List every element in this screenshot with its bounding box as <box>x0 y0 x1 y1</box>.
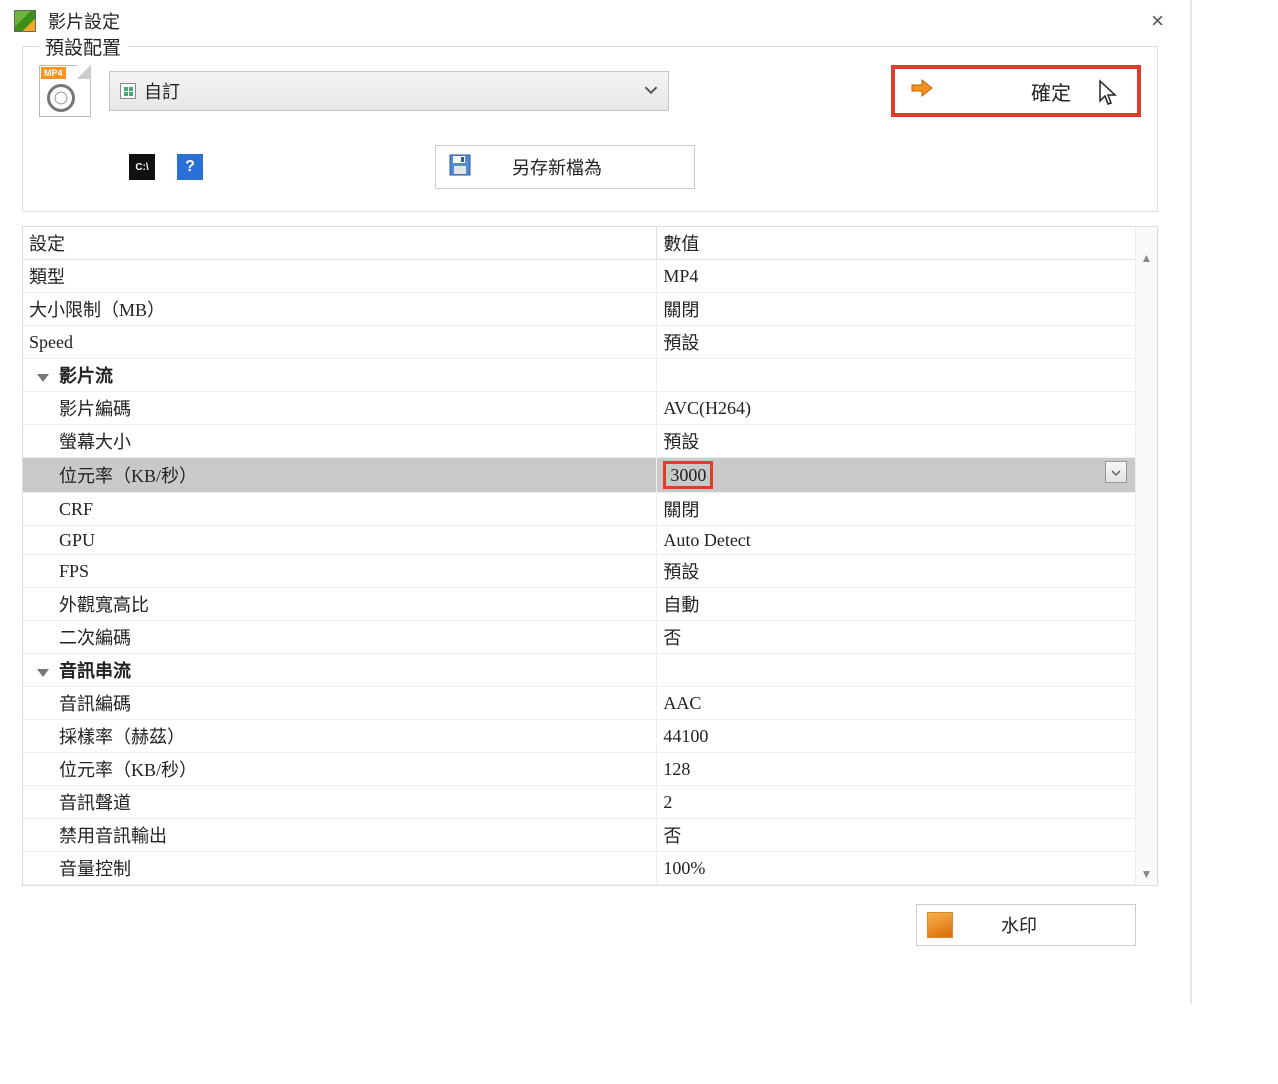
collapse-icon <box>37 374 49 382</box>
scrollbar[interactable]: ▲ ▼ <box>1135 227 1157 885</box>
table-header-row: 設定 數值 <box>23 227 1135 260</box>
table-row[interactable]: 音訊編碼AAC <box>23 687 1135 720</box>
setting-value: 關閉 <box>657 493 1135 526</box>
watermark-button[interactable]: 水印 <box>916 904 1136 946</box>
watermark-icon <box>927 912 953 938</box>
cursor-icon <box>1097 79 1119 113</box>
floppy-disk-icon <box>448 153 472 182</box>
preset-select-value: 自訂 <box>144 78 180 104</box>
help-icon[interactable]: ? <box>177 154 203 180</box>
preset-option-icon <box>120 83 136 99</box>
setting-label: 位元率（KB/秒） <box>23 753 657 786</box>
setting-value: 自動 <box>657 588 1135 621</box>
save-as-label: 另存新檔為 <box>512 154 602 180</box>
command-line-icon[interactable]: C:\ <box>129 154 155 180</box>
setting-value: 關閉 <box>657 293 1135 326</box>
setting-label: 大小限制（MB） <box>23 293 657 326</box>
group-row[interactable]: 影片流 <box>23 359 1135 392</box>
scroll-up-icon[interactable]: ▲ <box>1136 251 1157 265</box>
table-row[interactable]: 位元率（KB/秒）3000 <box>23 458 1135 493</box>
setting-label: 影片編碼 <box>23 392 657 425</box>
table-row[interactable]: 外觀寬高比自動 <box>23 588 1135 621</box>
scroll-down-icon[interactable]: ▼ <box>1136 867 1157 881</box>
setting-value: 否 <box>657 621 1135 654</box>
setting-value: 預設 <box>657 425 1135 458</box>
setting-label: Speed <box>23 326 657 359</box>
close-icon[interactable]: × <box>1145 10 1170 32</box>
setting-value: 128 <box>657 753 1135 786</box>
setting-value: 44100 <box>657 720 1135 753</box>
setting-label: GPU <box>23 526 657 555</box>
table-row[interactable]: 大小限制（MB）關閉 <box>23 293 1135 326</box>
value-dropdown-icon[interactable] <box>1105 461 1127 483</box>
setting-value: 否 <box>657 819 1135 852</box>
table-row[interactable]: 音訊聲道2 <box>23 786 1135 819</box>
save-as-button[interactable]: 另存新檔為 <box>435 145 695 189</box>
setting-value: 預設 <box>657 555 1135 588</box>
table-row[interactable]: 採樣率（赫茲）44100 <box>23 720 1135 753</box>
collapse-icon <box>37 669 49 677</box>
setting-label: 位元率（KB/秒） <box>23 458 657 493</box>
table-row[interactable]: FPS預設 <box>23 555 1135 588</box>
setting-label: 音訊聲道 <box>23 786 657 819</box>
setting-value: MP4 <box>657 260 1135 293</box>
setting-value: 預設 <box>657 326 1135 359</box>
group-row[interactable]: 音訊串流 <box>23 654 1135 687</box>
preset-group: 預設配置 MP4 自訂 確定 <box>22 46 1158 212</box>
header-value: 數值 <box>657 227 1135 260</box>
format-mp4-icon: MP4 <box>39 65 91 117</box>
watermark-label: 水印 <box>1001 912 1037 938</box>
table-row[interactable]: 位元率（KB/秒）128 <box>23 753 1135 786</box>
preset-select[interactable]: 自訂 <box>109 71 669 111</box>
setting-label: 音量控制 <box>23 852 657 885</box>
app-icon <box>14 10 36 32</box>
table-row[interactable]: Speed預設 <box>23 326 1135 359</box>
setting-label: 禁用音訊輸出 <box>23 819 657 852</box>
setting-label: FPS <box>23 555 657 588</box>
preset-legend: 預設配置 <box>39 33 127 60</box>
table-row[interactable]: 類型MP4 <box>23 260 1135 293</box>
table-row[interactable]: 音量控制100% <box>23 852 1135 885</box>
setting-value: 100% <box>657 852 1135 885</box>
setting-label: CRF <box>23 493 657 526</box>
titlebar: 影片設定 × <box>0 0 1180 40</box>
setting-label: 音訊編碼 <box>23 687 657 720</box>
confirm-button[interactable]: 確定 <box>891 65 1141 117</box>
window-title: 影片設定 <box>48 8 1145 34</box>
setting-value[interactable]: 3000 <box>657 458 1135 493</box>
chevron-down-icon <box>644 81 658 102</box>
table-row[interactable]: 禁用音訊輸出否 <box>23 819 1135 852</box>
window-right-edge <box>1190 0 1192 1004</box>
table-row[interactable]: 影片編碼AVC(H264) <box>23 392 1135 425</box>
table-row[interactable]: GPUAuto Detect <box>23 526 1135 555</box>
setting-label: 螢幕大小 <box>23 425 657 458</box>
arrow-right-icon <box>909 75 935 107</box>
setting-label: 外觀寬高比 <box>23 588 657 621</box>
setting-value: AVC(H264) <box>657 392 1135 425</box>
setting-label: 採樣率（赫茲） <box>23 720 657 753</box>
header-setting: 設定 <box>23 227 657 260</box>
setting-value: Auto Detect <box>657 526 1135 555</box>
table-row[interactable]: 二次編碼否 <box>23 621 1135 654</box>
table-row[interactable]: 螢幕大小預設 <box>23 425 1135 458</box>
settings-table: 設定 數值 類型MP4大小限制（MB）關閉Speed預設影片流影片編碼AVC(H… <box>22 226 1158 886</box>
setting-label: 類型 <box>23 260 657 293</box>
setting-value: 2 <box>657 786 1135 819</box>
setting-label: 二次編碼 <box>23 621 657 654</box>
setting-value: AAC <box>657 687 1135 720</box>
table-row[interactable]: CRF關閉 <box>23 493 1135 526</box>
